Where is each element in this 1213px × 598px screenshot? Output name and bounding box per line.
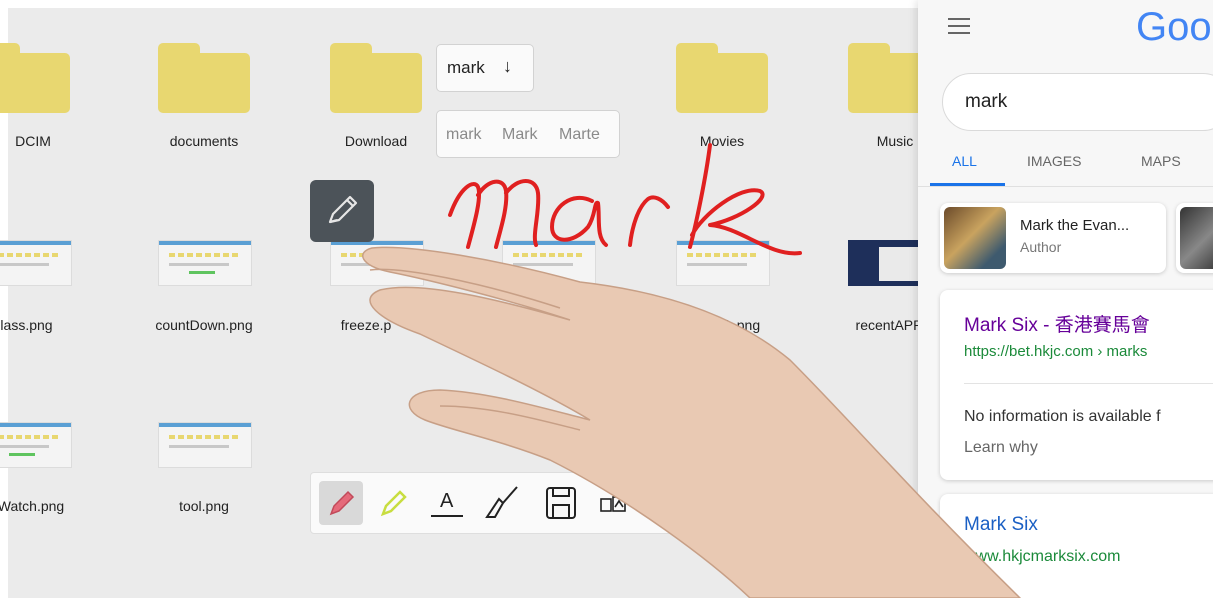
menu-icon[interactable] (948, 18, 970, 34)
file-label: tool.png (179, 498, 229, 514)
insert-arrow-icon[interactable]: ↓ (503, 56, 512, 77)
folder-documents[interactable] (158, 43, 250, 113)
folder-label: DCIM (15, 133, 51, 149)
recognized-word: mark (447, 58, 485, 77)
screenshot-stage: DCIM documents Download Movies Music cla… (0, 0, 1213, 598)
image-thumbnail (1180, 207, 1213, 269)
google-logo: Goo (1136, 5, 1212, 49)
folder-dcim[interactable] (0, 43, 70, 113)
recognized-word-box[interactable]: mark ↓ (436, 44, 534, 92)
tabs-divider (918, 186, 1213, 187)
thumbnail-class[interactable] (0, 240, 72, 286)
folder-label: Download (344, 133, 408, 149)
search-query: mark (965, 91, 1008, 112)
folder-movies[interactable] (676, 43, 768, 113)
thumbnail-watch[interactable] (0, 422, 72, 468)
folder-download[interactable] (330, 43, 422, 113)
thumbnail-countdown[interactable] (158, 240, 252, 286)
tab-images[interactable]: IMAGES (1027, 153, 1081, 169)
folder-label: documents (169, 133, 239, 149)
tab-all[interactable]: ALL (952, 153, 977, 169)
file-label: Watch.png (0, 498, 65, 514)
search-input[interactable]: mark (942, 73, 1213, 131)
knowledge-card-next[interactable] (1176, 203, 1213, 273)
tab-maps[interactable]: MAPS (1141, 153, 1181, 169)
thumbnail-tool[interactable] (158, 422, 252, 468)
file-label: countDown.png (155, 317, 253, 333)
file-label: class.png (0, 317, 53, 333)
hand-overlay (362, 246, 1022, 598)
